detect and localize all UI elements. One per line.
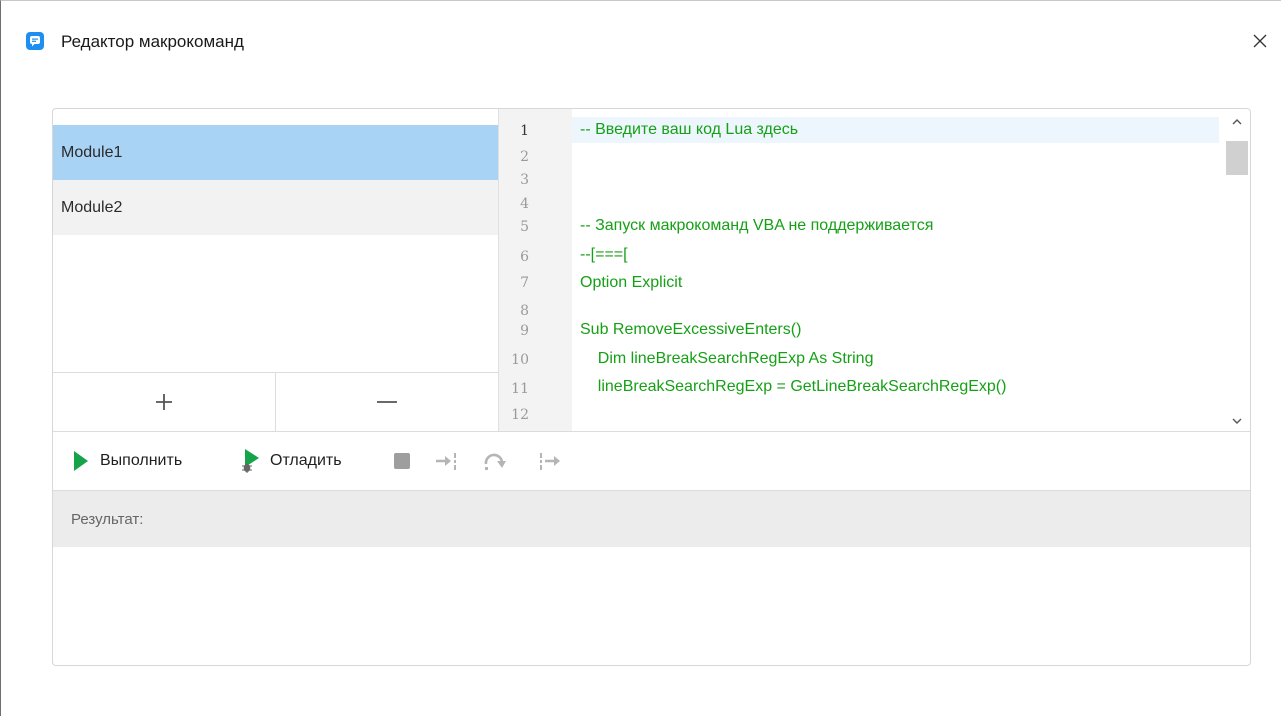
- code-line: Option Explicit: [580, 274, 683, 291]
- scroll-up-button[interactable]: [1224, 112, 1250, 132]
- line-number: 11: [511, 381, 529, 397]
- add-module-button[interactable]: [53, 373, 276, 431]
- line-number: 1: [520, 123, 529, 139]
- scroll-down-button[interactable]: [1224, 411, 1250, 431]
- debug-button[interactable]: Отладить: [240, 432, 342, 490]
- vertical-scrollbar[interactable]: [1224, 109, 1250, 431]
- line-number: 3: [520, 172, 529, 188]
- line-number: 8: [520, 303, 529, 319]
- module-label: Module2: [61, 198, 123, 216]
- debug-toolbar: Выполнить Отладить: [53, 431, 1250, 491]
- chevron-down-icon: [1232, 418, 1242, 424]
- scroll-thumb[interactable]: [1226, 141, 1248, 175]
- minus-icon: [377, 401, 397, 403]
- module-list: Module1 Module2: [53, 109, 498, 372]
- window-title: Редактор макрокоманд: [61, 32, 244, 51]
- result-output: [53, 547, 1250, 665]
- step-over-button[interactable]: [482, 432, 508, 490]
- app-icon: [26, 32, 44, 50]
- plus-icon: [156, 394, 172, 410]
- line-number: 4: [520, 196, 529, 212]
- code-line: Sub RemoveExcessiveEnters(): [580, 321, 802, 338]
- module-item-module2[interactable]: Module2: [53, 180, 498, 235]
- debug-label: Отладить: [270, 452, 342, 469]
- step-out-icon: [540, 453, 560, 470]
- play-icon: [74, 451, 88, 471]
- line-number-gutter: 1 2 3 4 5 6 7 8 9 10 11 12: [499, 109, 572, 431]
- line-number: 10: [511, 352, 529, 368]
- line-number: 9: [520, 323, 529, 339]
- code-editor[interactable]: 1 2 3 4 5 6 7 8 9 10 11 12 -- Введите ва…: [498, 109, 1250, 431]
- chevron-up-icon: [1232, 119, 1242, 125]
- code-line: lineBreakSearchRegExp = GetLineBreakSear…: [580, 378, 1007, 395]
- line-number: 2: [520, 149, 529, 165]
- code-line: --[===[: [580, 246, 628, 263]
- code-line: -- Введите ваш код Lua здесь: [580, 121, 799, 138]
- line-number: 6: [520, 249, 529, 265]
- step-into-icon: [436, 453, 456, 470]
- module-buttons: [53, 372, 498, 431]
- remove-module-button[interactable]: [276, 373, 498, 431]
- window-frame: Редактор макрокоманд Module1 Module2 1 2…: [0, 0, 1281, 716]
- stop-icon: [394, 453, 410, 469]
- close-button[interactable]: [1247, 28, 1273, 54]
- line-number: 7: [520, 275, 529, 291]
- title-bar: Редактор макрокоманд: [1, 1, 1281, 81]
- run-label: Выполнить: [100, 452, 183, 469]
- code-text-area[interactable]: -- Введите ваш код Lua здесь -- Запуск м…: [572, 109, 1224, 431]
- code-line: -- Запуск макрокоманд VBA не поддерживае…: [580, 217, 934, 234]
- result-header: Результат:: [53, 491, 1250, 547]
- macro-editor-panel: Module1 Module2 1 2 3 4 5 6 7 8 9 10 11 …: [52, 108, 1251, 666]
- debug-icon: [242, 449, 259, 473]
- close-icon: [1253, 34, 1267, 48]
- line-number: 5: [520, 219, 529, 235]
- step-over-icon: [484, 453, 506, 470]
- run-button[interactable]: Выполнить: [73, 432, 182, 490]
- stop-button[interactable]: [393, 432, 411, 490]
- module-item-module1[interactable]: Module1: [53, 125, 498, 180]
- code-line: Dim lineBreakSearchRegExp As String: [580, 350, 874, 367]
- step-out-button[interactable]: [539, 432, 563, 490]
- step-into-button[interactable]: [435, 432, 459, 490]
- line-number: 12: [511, 407, 529, 423]
- module-label: Module1: [61, 143, 123, 161]
- result-label: Результат:: [71, 510, 144, 528]
